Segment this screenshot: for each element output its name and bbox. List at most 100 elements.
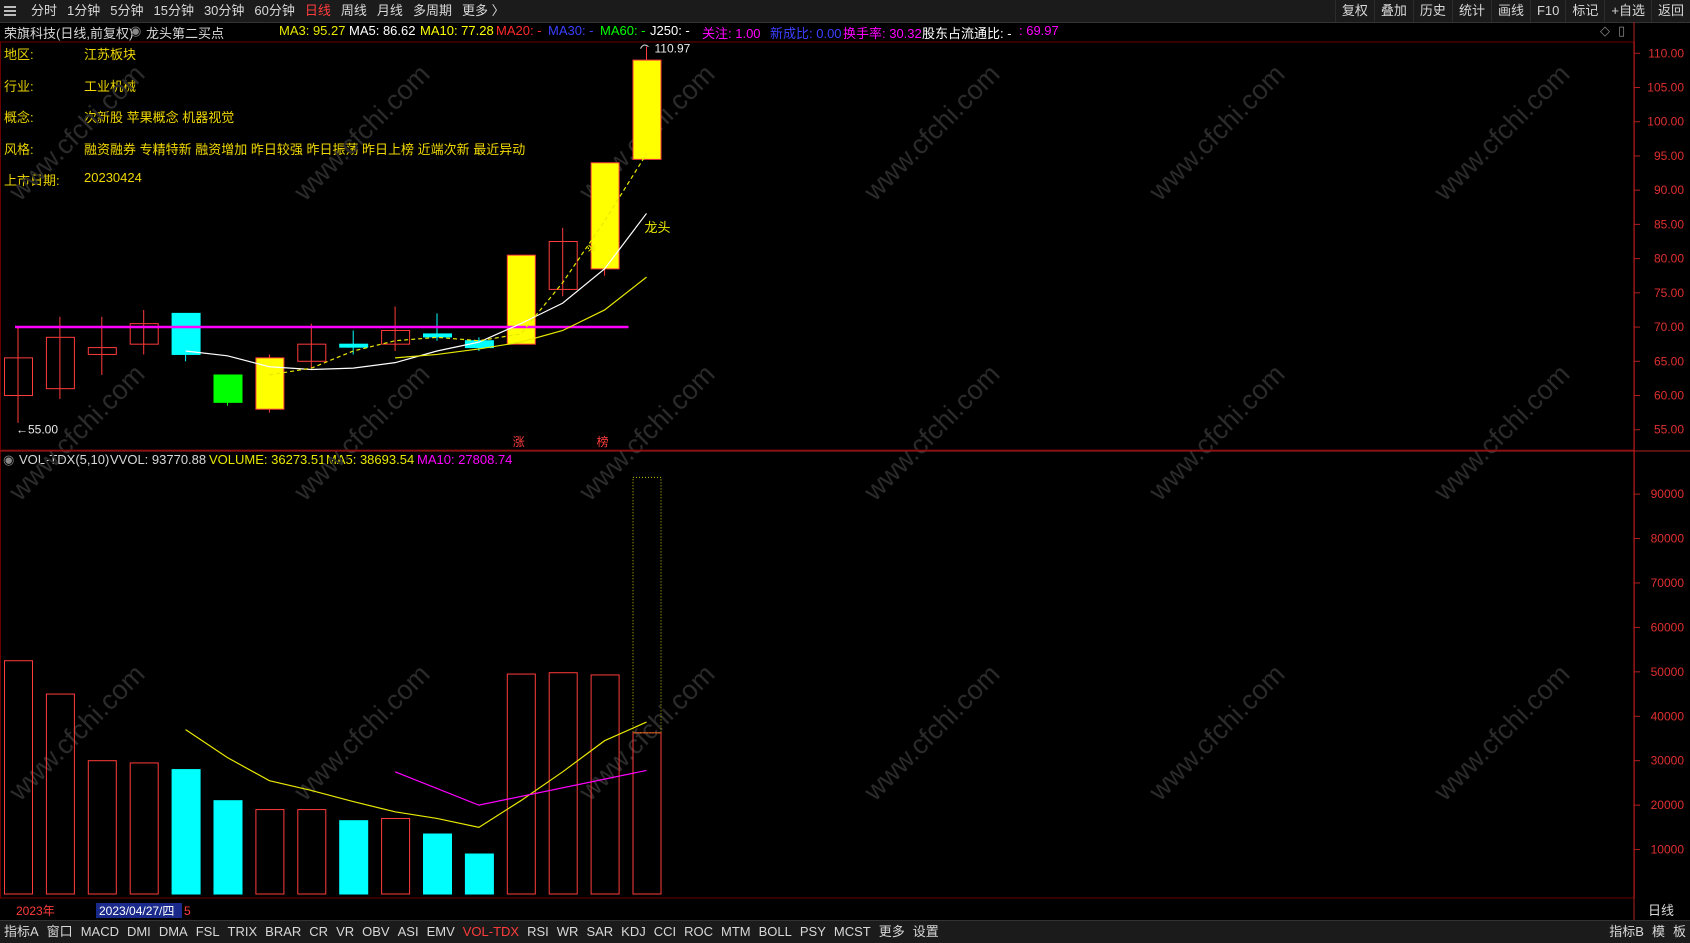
volume-bar xyxy=(381,817,411,895)
watermark-text: www.cfchi.com xyxy=(287,59,435,207)
watermark-text: www.cfchi.com xyxy=(1142,659,1290,807)
volume-tick-label: 70000 xyxy=(1651,576,1685,590)
indicator-tab-16[interactable]: SAR xyxy=(582,921,617,943)
tool-button-8[interactable]: 返回 xyxy=(1650,0,1690,22)
indicator-tab-15[interactable]: WR xyxy=(553,921,583,943)
candle-body xyxy=(423,333,452,338)
tab-4[interactable]: 30分钟 xyxy=(199,0,249,22)
date-suffix-label: 5 xyxy=(184,904,191,918)
indicator-tab-22[interactable]: PSY xyxy=(796,921,830,943)
volume-tick-label: 50000 xyxy=(1651,665,1685,679)
indicator-tab-17[interactable]: KDJ xyxy=(617,921,650,943)
price-tick-label: 80.00 xyxy=(1654,252,1684,266)
bang-marker: 榜 xyxy=(597,434,609,449)
volume-bar xyxy=(548,672,578,895)
price-tick-label: 70.00 xyxy=(1654,320,1684,334)
tab-7[interactable]: 周线 xyxy=(336,0,372,22)
volume-bar xyxy=(423,833,452,895)
leader-marker: ※ xyxy=(587,241,597,255)
indicator-tab-0[interactable]: 指标A xyxy=(0,921,43,943)
indicator-tab-19[interactable]: ROC xyxy=(680,921,717,943)
watermark-text: www.cfchi.com xyxy=(287,659,435,807)
indicator-tab-21[interactable]: BOLL xyxy=(755,921,796,943)
tab-9[interactable]: 多周期 xyxy=(408,0,457,22)
price-tick-label: 90.00 xyxy=(1654,183,1684,197)
indicator-tab-20[interactable]: MTM xyxy=(717,921,755,943)
volume-tick-label: 40000 xyxy=(1651,709,1685,723)
year-label: 2023年 xyxy=(16,904,55,918)
volume-bar xyxy=(171,769,201,895)
indicator-tab-24[interactable]: 更多 xyxy=(875,921,909,943)
template-button-2[interactable]: 板 xyxy=(1669,921,1690,943)
tool-button-7[interactable]: +自选 xyxy=(1604,0,1651,22)
price-pane-frame xyxy=(0,41,1635,451)
indicator-tab-25[interactable]: 设置 xyxy=(909,921,943,943)
indicator-tab-23[interactable]: MCST xyxy=(830,921,875,943)
volume-tick-label: 60000 xyxy=(1651,620,1685,634)
volume-bar xyxy=(213,800,243,895)
indicator-tab-18[interactable]: CCI xyxy=(650,921,680,943)
indicator-toolbar: 指标A 窗口 MACD DMI DMA FSL TRIX BRAR CR VR OBV ASI EMV V… xyxy=(0,920,1690,943)
volume-bar xyxy=(255,809,285,895)
kline-chart[interactable]: www.cfchi.com www.cfchi.com www.cfchi.com w… xyxy=(0,22,1690,920)
leader-label: 龙头 xyxy=(645,220,671,235)
watermark-text: www.cfchi.com xyxy=(1427,659,1575,807)
volume-bar xyxy=(297,809,327,895)
indicator-tab-9[interactable]: VR xyxy=(332,921,358,943)
indicator-tab-5[interactable]: FSL xyxy=(192,921,224,943)
period-toolbar: 分时 1分钟 5分钟 15分钟 30分钟 60分钟 日线 周线 月线 多周期 更多 〉 复权 叠加 历史… xyxy=(0,0,1690,23)
tab-3[interactable]: 15分钟 xyxy=(148,0,198,22)
watermark-text: www.cfchi.com xyxy=(857,659,1005,807)
tab-1[interactable]: 1分钟 xyxy=(62,0,105,22)
volume-tick-label: 80000 xyxy=(1651,532,1685,546)
template-button-0[interactable]: 指标B xyxy=(1605,921,1648,943)
period-tabs: 分时 1分钟 5分钟 15分钟 30分钟 60分钟 日线 周线 月线 多周期 更多 〉 xyxy=(26,0,510,22)
volume-bar xyxy=(339,820,369,895)
tool-button-6[interactable]: 标记 xyxy=(1565,0,1604,22)
tool-button-1[interactable]: 叠加 xyxy=(1373,0,1413,22)
indicator-tab-10[interactable]: OBV xyxy=(358,921,393,943)
indicator-tab-4[interactable]: DMA xyxy=(155,921,192,943)
high-label: 110.97 xyxy=(655,42,691,56)
tab-8[interactable]: 月线 xyxy=(372,0,408,22)
watermark-text: www.cfchi.com xyxy=(1142,59,1290,207)
indicator-tab-2[interactable]: MACD xyxy=(77,921,123,943)
tab-5[interactable]: 60分钟 xyxy=(249,0,299,22)
indicator-tab-11[interactable]: ASI xyxy=(394,921,423,943)
indicator-tab-14[interactable]: RSI xyxy=(523,921,553,943)
template-button-1[interactable]: 模 xyxy=(1648,921,1669,943)
high-arrow xyxy=(640,44,649,49)
indicator-tab-8[interactable]: CR xyxy=(305,921,332,943)
tool-button-0[interactable]: 复权 xyxy=(1334,0,1374,22)
tab-0[interactable]: 分时 xyxy=(26,0,62,22)
candle-body xyxy=(171,312,201,355)
date-cursor-label: 2023/04/27/四 xyxy=(99,904,174,918)
volume-tick-label: 30000 xyxy=(1651,754,1685,768)
tab-10[interactable]: 更多 〉 xyxy=(457,0,510,22)
candle-body xyxy=(632,59,662,160)
watermark-text: www.cfchi.com xyxy=(2,659,150,807)
volume-bar xyxy=(506,673,536,895)
volume-tick-label: 90000 xyxy=(1651,487,1685,501)
price-tick-label: 105.00 xyxy=(1647,80,1684,94)
indicator-tab-1[interactable]: 窗口 xyxy=(43,921,77,943)
indicator-tab-3[interactable]: DMI xyxy=(123,921,155,943)
tab-2[interactable]: 5分钟 xyxy=(105,0,148,22)
indicator-tab-13[interactable]: VOL-TDX xyxy=(459,921,523,943)
indicator-tabs: 指标A 窗口 MACD DMI DMA FSL TRIX BRAR CR VR OBV ASI EMV V… xyxy=(0,921,943,943)
tab-6[interactable]: 日线 xyxy=(300,0,336,22)
tool-button-3[interactable]: 统计 xyxy=(1451,0,1491,22)
tool-button-2[interactable]: 历史 xyxy=(1412,0,1452,22)
tool-button-5[interactable]: F10 xyxy=(1529,0,1565,22)
menu-icon[interactable] xyxy=(4,4,16,16)
watermark-text: www.cfchi.com xyxy=(857,59,1005,207)
indicator-tab-6[interactable]: TRIX xyxy=(224,921,262,943)
watermark-text: www.cfchi.com xyxy=(572,359,720,507)
indicator-tab-7[interactable]: BRAR xyxy=(261,921,305,943)
candle-body xyxy=(506,254,536,345)
indicator-tab-12[interactable]: EMV xyxy=(423,921,459,943)
volume-pane-frame xyxy=(0,450,1635,899)
price-tick-label: 55.00 xyxy=(1654,423,1684,437)
tool-button-4[interactable]: 画线 xyxy=(1490,0,1530,22)
candle-body xyxy=(255,357,285,410)
